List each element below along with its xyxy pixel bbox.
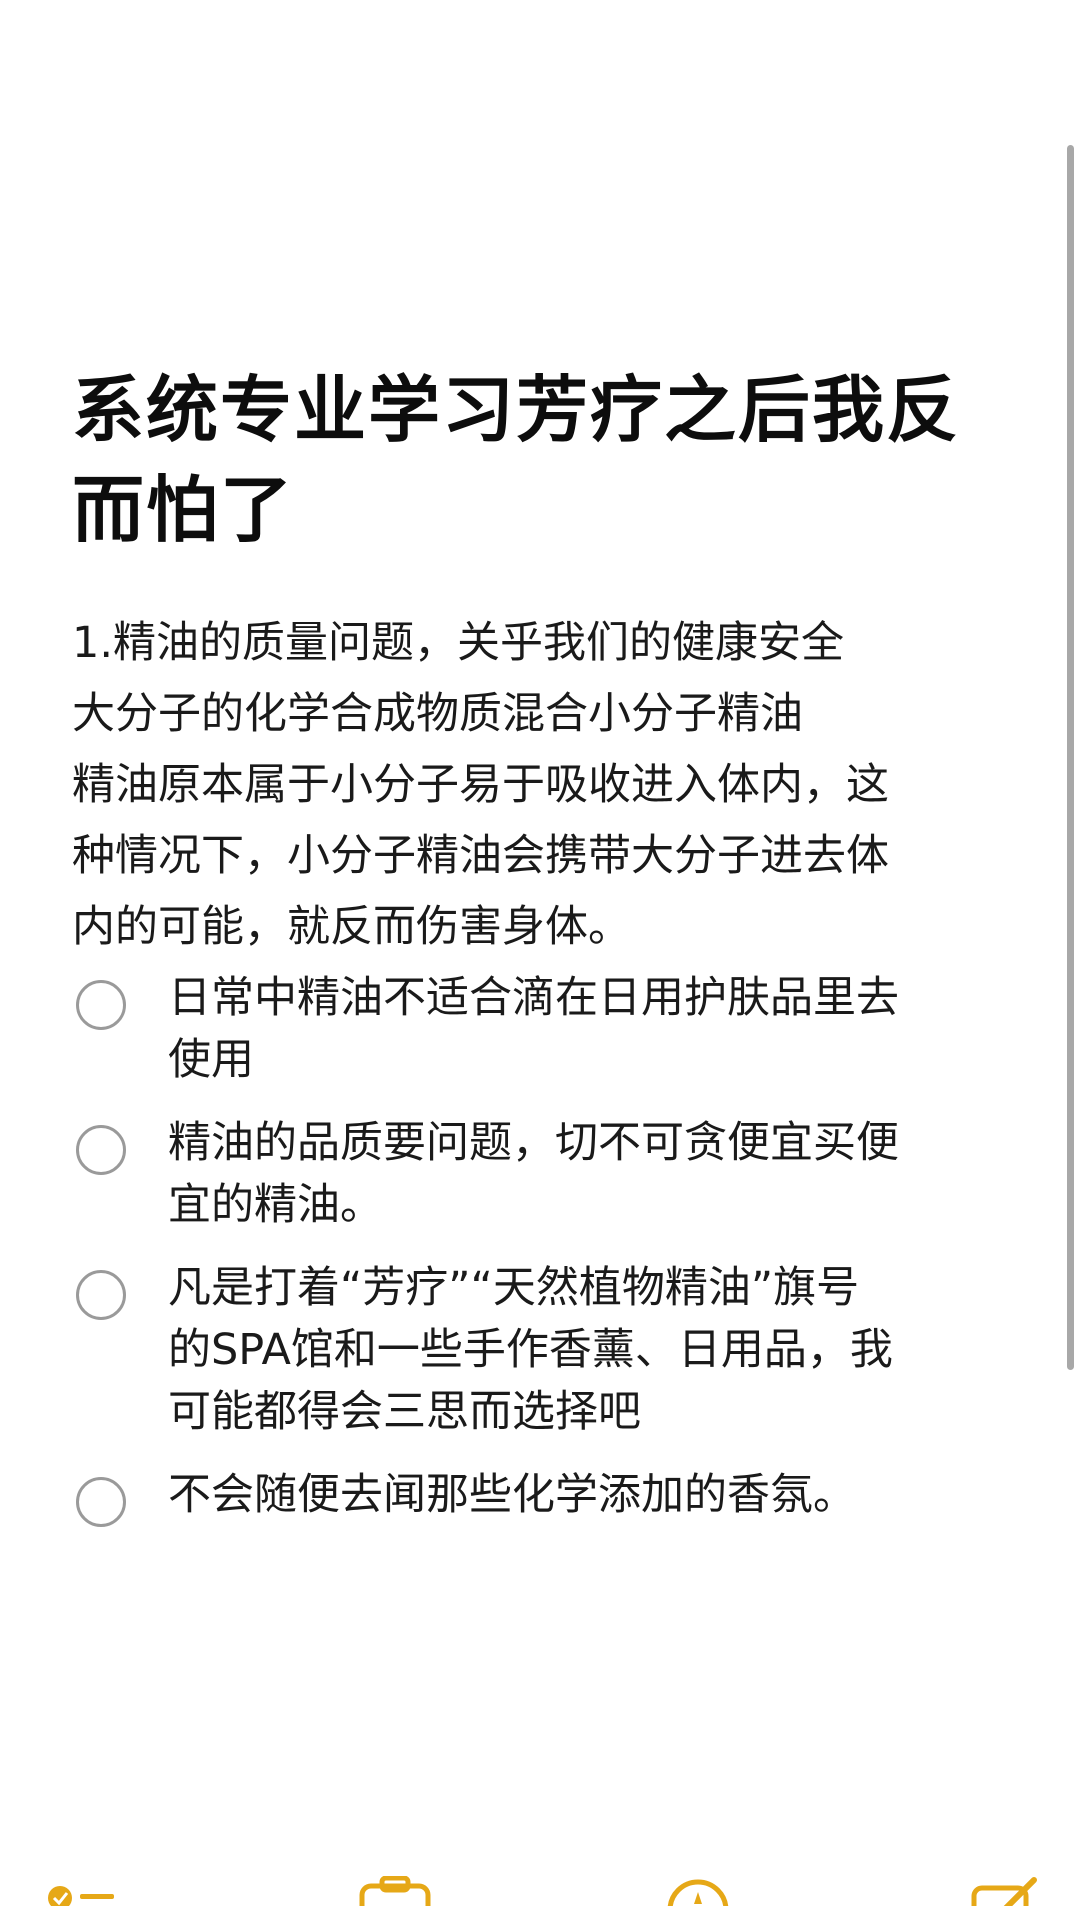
checklist-item[interactable]: 不会随便去闻那些化学添加的香氛。 [72, 1464, 1012, 1527]
checklist-item-text[interactable]: 凡是打着“芳疗”“天然植物精油”旗号 的SPA馆和一些手作香薰、日用品，我 可能… [168, 1257, 1008, 1443]
note-paragraph[interactable]: 1.精油的质量问题，关乎我们的健康安全 大分子的化学合成物质混合小分子精油 精油… [72, 608, 992, 963]
checklist-line: 凡是打着“芳疗”“天然植物精油”旗号 [168, 1263, 860, 1313]
checkbox-circle-icon[interactable] [76, 1477, 126, 1527]
checklist-item-text[interactable]: 精油的品质要问题，切不可贪便宜买便 宜的精油。 [168, 1112, 1008, 1236]
checklist-item[interactable]: 日常中精油不适合滴在日用护肤品里去 使用 [72, 967, 1012, 1091]
checkbox-circle-icon[interactable] [76, 1270, 126, 1320]
title-line: 系统专业学习芳疗之后我反 [72, 368, 961, 452]
title-line: 而怕了 [72, 468, 295, 552]
paragraph-line: 1.精油的质量问题，关乎我们的健康安全 [72, 618, 845, 668]
checkbox-circle-icon[interactable] [76, 1125, 126, 1175]
checklist-line: 使用 [168, 1035, 254, 1085]
checklist: 日常中精油不适合滴在日用护肤品里去 使用 精油的品质要问题，切不可贪便宜买便 宜… [72, 967, 1012, 1527]
checklist-item-text[interactable]: 不会随便去闻那些化学添加的香氛。 [168, 1464, 1008, 1526]
paragraph-line: 内的可能，就反而伤害身体。 [72, 902, 631, 952]
paragraph-line: 种情况下，小分子精油会携带大分子进去体 [72, 831, 889, 881]
paragraph-line: 精油原本属于小分子易于吸收进入体内，这 [72, 760, 889, 810]
checklist-icon[interactable] [44, 1876, 124, 1906]
checklist-item[interactable]: 凡是打着“芳疗”“天然植物精油”旗号 的SPA馆和一些手作香薰、日用品，我 可能… [72, 1257, 1012, 1443]
vertical-scrollbar[interactable] [1067, 145, 1074, 1370]
checklist-line: 精油的品质要问题，切不可贪便宜买便 [168, 1118, 899, 1168]
bottom-toolbar [0, 1876, 1080, 1906]
markup-icon[interactable] [658, 1876, 738, 1906]
checklist-item-text[interactable]: 日常中精油不适合滴在日用护肤品里去 使用 [168, 967, 1008, 1091]
compose-icon[interactable] [968, 1876, 1048, 1906]
note-body[interactable]: 系统专业学习芳疗之后我反 而怕了 1.精油的质量问题，关乎我们的健康安全 大分子… [72, 360, 1012, 1547]
note-title[interactable]: 系统专业学习芳疗之后我反 而怕了 [72, 360, 1022, 560]
camera-icon[interactable] [356, 1876, 436, 1906]
checklist-line: 不会随便去闻那些化学添加的香氛。 [168, 1470, 856, 1520]
checklist-line: 宜的精油。 [168, 1180, 383, 1230]
checklist-line: 的SPA馆和一些手作香薰、日用品，我 [168, 1325, 893, 1375]
paragraph-line: 大分子的化学合成物质混合小分子精油 [72, 689, 803, 739]
checkbox-circle-icon[interactable] [76, 980, 126, 1030]
checklist-line: 日常中精油不适合滴在日用护肤品里去 [168, 973, 899, 1023]
checklist-item[interactable]: 精油的品质要问题，切不可贪便宜买便 宜的精油。 [72, 1112, 1012, 1236]
checklist-line: 可能都得会三思而选择吧 [168, 1387, 641, 1437]
